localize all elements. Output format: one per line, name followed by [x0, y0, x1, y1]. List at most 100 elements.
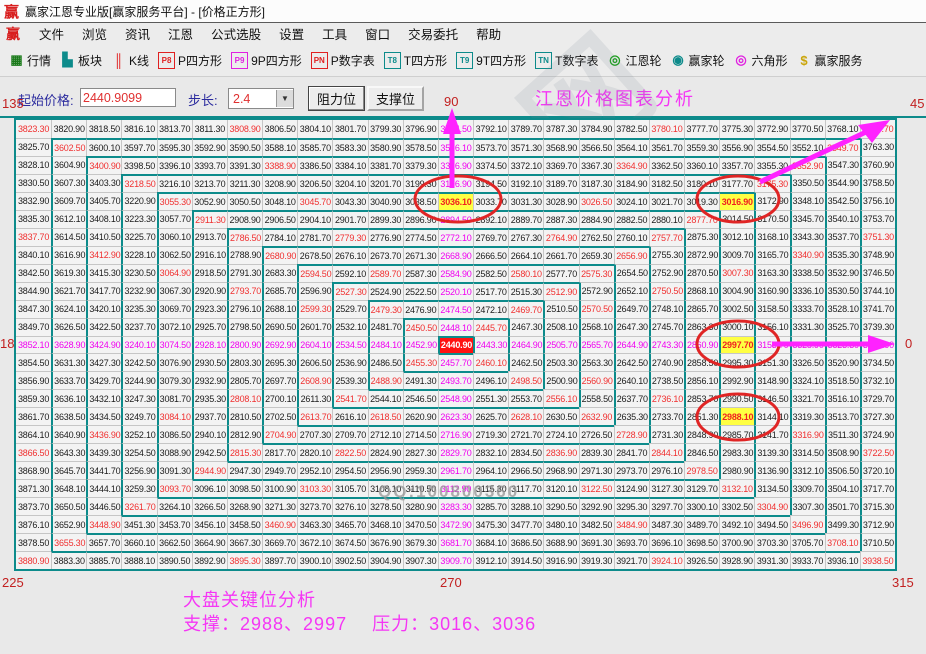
grid-cell: 3016.90 [719, 191, 755, 210]
grid-cell: 3355.30 [754, 155, 790, 174]
grid-cell: 3367.30 [578, 155, 614, 174]
grid-cell: 2570.50 [578, 299, 614, 318]
grid-cell: 2460.10 [473, 353, 509, 372]
grid-cell: 3213.70 [191, 173, 227, 192]
grid-cell: 2697.70 [262, 371, 298, 390]
grid-cell: 2959.30 [402, 461, 438, 480]
grid-cell: 3376.90 [437, 155, 474, 174]
menu-item[interactable]: 资讯 [116, 22, 159, 45]
grid-cell: 2704.90 [262, 425, 298, 444]
grid-cell: 3439.30 [86, 443, 122, 462]
grid-cell: 3556.90 [719, 137, 755, 156]
grid-cell: 3847.30 [16, 299, 52, 318]
menu-item[interactable]: 设置 [270, 22, 313, 45]
grid-cell: 3492.10 [719, 515, 755, 534]
grid-cell: 3223.30 [121, 209, 157, 228]
toolbar-item[interactable]: P9 9P四方形 [231, 51, 302, 69]
grid-cell: 2824.90 [367, 443, 403, 462]
grid-cell: 3316.90 [789, 425, 825, 444]
grid-cell: 3369.70 [543, 155, 579, 174]
grid-cell: 3792.10 [473, 120, 508, 138]
grid-cell: 3854.50 [16, 353, 52, 371]
menu-item[interactable]: 交易委托 [399, 22, 467, 45]
toolbar-item[interactable]: ◎ 江恩轮 [607, 52, 661, 69]
grid-cell: 2488.90 [367, 371, 403, 390]
toolbar-item[interactable]: TN T数字表 [535, 51, 599, 69]
grid-cell: 3796.90 [402, 120, 438, 138]
grid-cell: 2947.30 [226, 461, 263, 480]
grid-cell: 2476.90 [402, 299, 438, 318]
grid-cell: 2752.90 [648, 263, 685, 282]
grid-cell: 3405.70 [86, 191, 122, 210]
app-logo-icon: 赢 [4, 3, 20, 21]
grid-cell: 3583.30 [332, 137, 368, 156]
menu-item[interactable]: 工具 [313, 22, 356, 45]
grid-cell: 3672.10 [297, 533, 333, 552]
toolbar-item[interactable]: ◉ 赢家轮 [670, 52, 724, 69]
grid-cell: 3535.30 [824, 245, 860, 264]
toolbar-item[interactable]: T9 9T四方形 [456, 51, 526, 69]
grid-cell: 3698.50 [684, 533, 720, 552]
toolbar-item[interactable]: ▙ 板块 [60, 52, 103, 69]
grid-cell: 3040.90 [367, 191, 403, 210]
menu-item[interactable]: 帮助 [467, 22, 510, 45]
grid-cell: 3804.10 [297, 120, 332, 138]
menu-item[interactable]: 江恩 [159, 22, 202, 45]
menu-item[interactable]: 公式选股 [202, 22, 270, 45]
grid-cell: 2688.10 [262, 299, 298, 318]
grid-cell: 3482.50 [578, 515, 614, 534]
toolbar-item[interactable]: PN P数字表 [310, 51, 375, 69]
toolbar-item[interactable]: $ 赢家服务 [797, 52, 862, 69]
grid-cell: 3079.30 [156, 371, 192, 390]
grid-cell: 3122.50 [578, 479, 614, 498]
grid-cell: 3640.90 [51, 425, 87, 444]
grid-cell: 2673.70 [367, 245, 403, 264]
grid-cell: 2882.50 [613, 209, 649, 228]
toolbar-item-label: T数字表 [555, 53, 599, 68]
chevron-down-icon[interactable]: ▼ [276, 90, 293, 107]
toolbar-item[interactable]: ▦ 行情 [9, 52, 51, 69]
resistance-button[interactable]: 阻力位 [308, 86, 365, 111]
step-combo[interactable]: 2.4 ▼ [228, 88, 294, 109]
angle-label-90: 90 [444, 94, 459, 109]
grid-cell: 3715.30 [859, 497, 895, 516]
menu-item[interactable]: 文件 [30, 22, 73, 45]
grid-cell: 3614.50 [51, 227, 87, 246]
grid-cell: 3936.10 [824, 551, 860, 569]
grid-cell: 2810.50 [226, 407, 263, 426]
grid-cell: 3751.30 [859, 227, 895, 246]
toolbar-item[interactable]: ║ K线 [111, 52, 149, 69]
grid-cell: 2572.90 [578, 281, 614, 300]
grid-cell: 3590.50 [226, 137, 263, 156]
grid-cell: 3252.10 [121, 425, 157, 444]
grid-cell: 2887.30 [543, 209, 579, 228]
grid-cell: 3422.50 [86, 317, 122, 336]
grid-cell: 2820.10 [297, 443, 333, 462]
grid-cell: 3446.50 [86, 497, 122, 516]
toolbar-item[interactable]: P8 P四方形 [158, 51, 222, 69]
toolbar-item[interactable]: T8 T四方形 [383, 51, 447, 69]
grid-cell: 2584.90 [437, 263, 474, 282]
start-price-input[interactable] [80, 88, 176, 107]
grid-cell: 2616.10 [332, 407, 368, 426]
grid-cell: 2529.70 [332, 299, 368, 318]
grid-cell: 3463.30 [297, 515, 333, 534]
grid-cell: 3052.90 [191, 191, 227, 210]
toolbar-item[interactable]: ◎ 六角形 [734, 52, 787, 69]
menu-item[interactable]: 窗口 [356, 22, 399, 45]
grid-cell: 3753.70 [859, 209, 895, 228]
menu-item[interactable]: 浏览 [73, 22, 116, 45]
grid-cell: 3336.10 [789, 281, 825, 300]
grid-cell: 3187.30 [578, 173, 614, 192]
grid-cell: 3009.70 [719, 245, 755, 264]
toolbar-item-label: 板块 [78, 53, 103, 68]
support-button[interactable]: 支撑位 [367, 86, 424, 111]
grid-cell: 3232.90 [121, 281, 157, 300]
grid-cell: 3432.10 [86, 389, 122, 408]
grid-cell: 2779.30 [332, 227, 368, 246]
六角形-icon: ◎ [735, 52, 747, 67]
grid-cell: 3319.30 [789, 407, 825, 426]
grid-cell: 3261.70 [121, 497, 157, 516]
grid-cell: 3873.70 [16, 497, 52, 515]
grid-cell: 2889.70 [508, 209, 544, 228]
